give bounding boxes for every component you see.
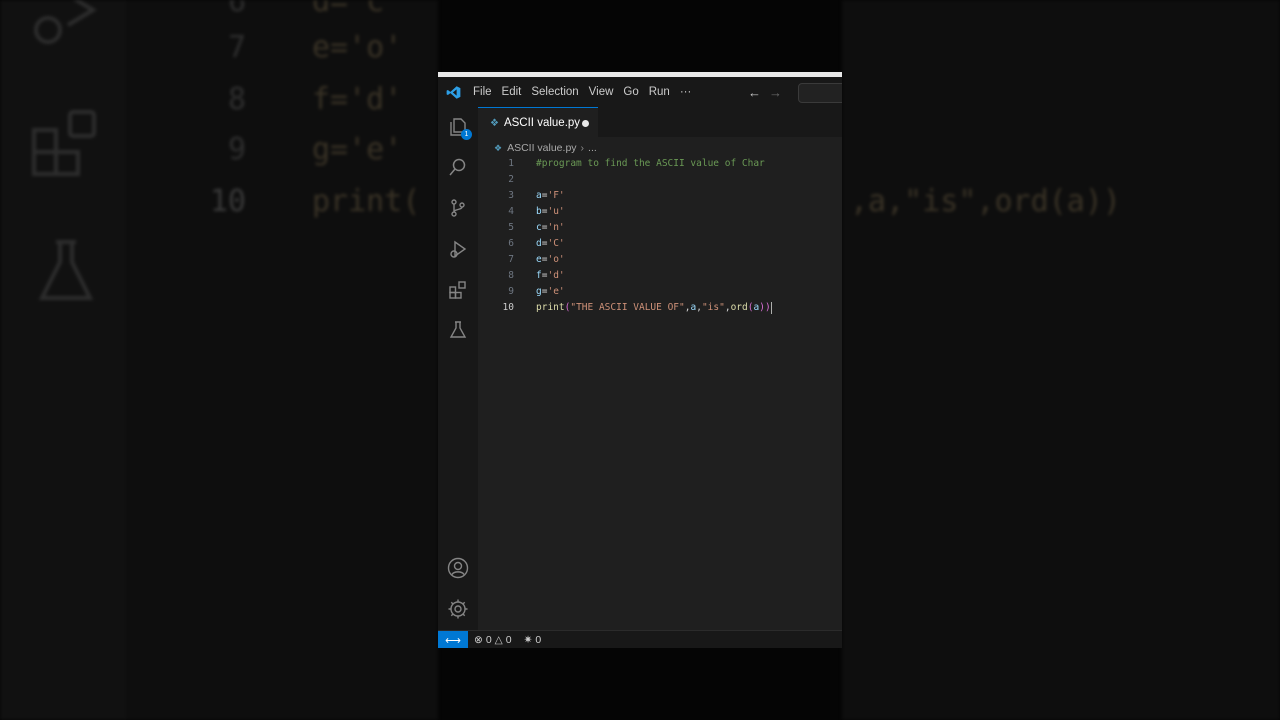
broadcast-icon: ✷ — [523, 634, 533, 646]
code-text: g='e' — [536, 286, 565, 297]
menu-go[interactable]: Go — [618, 77, 643, 107]
background-right-panel — [842, 0, 1280, 720]
bg-line-number: 8 — [227, 82, 246, 117]
code-text: e='o' — [536, 254, 565, 265]
line-number: 5 — [508, 222, 514, 233]
unsaved-dot-icon[interactable] — [582, 120, 589, 127]
explorer-icon[interactable]: 1 — [446, 115, 472, 140]
background-activity-bar — [0, 0, 126, 720]
line-number: 7 — [508, 254, 514, 265]
chevron-right-icon: › — [580, 142, 585, 154]
bg-line-number: 9 — [227, 132, 246, 167]
account-icon[interactable] — [446, 556, 470, 580]
ports-indicator[interactable]: ✷ 0 — [524, 634, 542, 646]
line-number: 8 — [508, 270, 514, 281]
error-count: 0 — [485, 634, 492, 646]
problems-indicator[interactable]: ⊗ 0 △ 0 — [474, 634, 512, 646]
tab-label: ASCII value.py — [503, 117, 581, 129]
bg-code-line: f='d' — [312, 82, 403, 117]
code-text: c='n' — [536, 222, 565, 233]
line-number: 9 — [508, 286, 514, 297]
ports-count: 0 — [535, 634, 542, 646]
tab-bar: ❖ ASCII value.py — [478, 107, 842, 138]
activity-bar: 1 — [438, 107, 478, 630]
settings-gear-icon[interactable] — [446, 597, 470, 621]
python-file-icon: ❖ — [490, 117, 499, 129]
testing-icon — [36, 238, 96, 309]
extensions-icon — [30, 110, 100, 185]
code-text: print("THE ASCII VALUE OF",a,"is",ord(a)… — [536, 301, 772, 314]
menu-selection[interactable]: Selection — [526, 77, 583, 107]
code-text: a='F' — [536, 190, 565, 201]
code-editor[interactable]: 1 #program to find the ASCII value of Ch… — [478, 156, 842, 630]
menu-file[interactable]: File — [468, 77, 497, 107]
bg-code-line: e='o' — [312, 30, 403, 65]
navigation-controls: ← → — [748, 77, 782, 107]
tab-ascii-value-py[interactable]: ❖ ASCII value.py — [478, 107, 598, 138]
code-line: 8 f='d' — [478, 268, 842, 284]
code-text: b='u' — [536, 206, 565, 217]
code-line: 4 b='u' — [478, 204, 842, 220]
line-number: 2 — [508, 174, 514, 185]
run-debug-icon[interactable] — [446, 237, 470, 261]
explorer-badge: 1 — [461, 129, 472, 140]
bg-line-number: 7 — [227, 30, 246, 65]
code-line: 9 g='e' — [478, 284, 842, 300]
code-line: 3 a='F' — [478, 188, 842, 204]
warning-count: 0 — [505, 634, 512, 646]
code-text: d='C' — [536, 238, 565, 249]
bg-line-number: 10 — [209, 184, 246, 219]
bg-code-line: ,a,"is",ord(a)) — [850, 184, 1121, 219]
code-line: 5 c='n' — [478, 220, 842, 236]
status-bar: ⟷ ⊗ 0 △ 0 ✷ 0 — [438, 630, 842, 648]
error-icon: ⊗ — [474, 634, 483, 646]
line-number: 4 — [508, 206, 514, 217]
forward-arrow-icon[interactable]: → — [769, 85, 782, 100]
breadcrumb: ❖ ASCII value.py › ... — [494, 140, 597, 156]
python-file-icon: ❖ — [494, 142, 503, 153]
code-line: 6 d='C' — [478, 236, 842, 252]
line-number: 3 — [508, 190, 514, 201]
text-cursor — [770, 301, 772, 314]
line-number: 6 — [508, 238, 514, 249]
command-center-search[interactable] — [798, 83, 842, 103]
line-number: 10 — [502, 302, 514, 313]
line-number: 1 — [508, 158, 514, 169]
testing-icon[interactable] — [446, 318, 470, 342]
code-text: f='d' — [536, 270, 565, 281]
breadcrumb-more[interactable]: ... — [588, 142, 597, 154]
breadcrumb-file[interactable]: ASCII value.py — [507, 142, 576, 154]
bg-code-line: print( — [312, 184, 421, 219]
back-arrow-icon[interactable]: ← — [748, 85, 761, 100]
search-icon[interactable] — [446, 155, 470, 179]
bg-line-number: 6 — [227, 0, 246, 19]
code-text: #program to find the ASCII value of Char — [536, 158, 765, 169]
source-control-icon[interactable] — [446, 196, 470, 220]
code-line: 7 e='o' — [478, 252, 842, 268]
remote-indicator-icon[interactable]: ⟷ — [438, 631, 468, 648]
menu-run[interactable]: Run — [644, 77, 675, 107]
vscode-logo-icon — [438, 77, 468, 107]
bg-code-line: g='e' — [312, 132, 403, 167]
menu-view[interactable]: View — [584, 77, 619, 107]
vscode-window: File Edit Selection View Go Run ··· ← → … — [438, 72, 842, 648]
menu-edit[interactable]: Edit — [497, 77, 527, 107]
debug-icon — [28, 0, 98, 55]
code-line: 10 print("THE ASCII VALUE OF",a,"is",ord… — [478, 300, 842, 316]
menu-more[interactable]: ··· — [675, 77, 697, 107]
extensions-icon[interactable] — [446, 278, 470, 302]
title-bar: File Edit Selection View Go Run ··· ← → — [438, 77, 842, 107]
code-line: 1 #program to find the ASCII value of Ch… — [478, 156, 842, 172]
bg-code-line: d='c' — [312, 0, 403, 19]
code-line: 2 — [478, 172, 842, 188]
warning-icon: △ — [494, 634, 503, 646]
